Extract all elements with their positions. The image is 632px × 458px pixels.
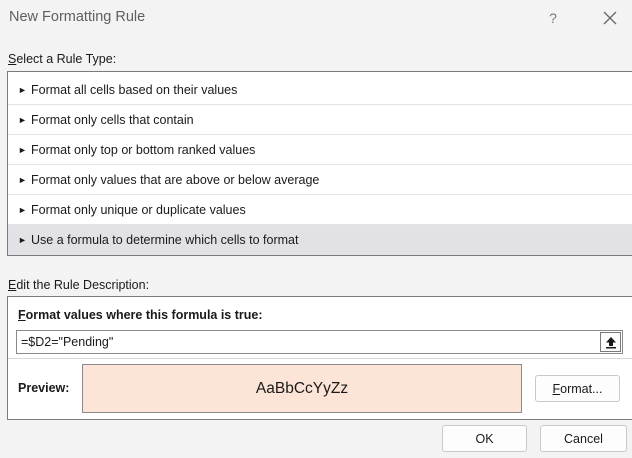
divider xyxy=(8,358,632,359)
help-button[interactable]: ? xyxy=(540,6,566,30)
formula-field xyxy=(16,330,623,354)
rule-type-item-label: Use a formula to determine which cells t… xyxy=(31,233,299,247)
new-formatting-rule-dialog: New Formatting Rule ? Select a Rule Type… xyxy=(0,0,632,458)
close-button[interactable] xyxy=(597,6,623,30)
upload-arrow-icon xyxy=(605,336,616,348)
rule-type-item-label: Format only unique or duplicate values xyxy=(31,202,246,217)
rule-description-label: Edit the Rule Description: xyxy=(8,278,150,292)
rule-type-item-label: Format only top or bottom ranked values xyxy=(31,142,256,157)
rule-type-item-label: Format only values that are above or bel… xyxy=(31,172,320,187)
rule-type-item-use-formula[interactable]: ► Use a formula to determine which cells… xyxy=(8,225,632,255)
rule-type-item-top-bottom[interactable]: ► Format only top or bottom ranked value… xyxy=(8,135,632,165)
rule-type-item-above-below-average[interactable]: ► Format only values that are above or b… xyxy=(8,165,632,195)
arrow-right-icon: ► xyxy=(18,114,27,125)
rule-type-label: Select a Rule Type: xyxy=(8,52,117,66)
format-button[interactable]: Format... xyxy=(535,375,620,402)
arrow-right-icon: ► xyxy=(18,144,27,155)
arrow-right-icon: ► xyxy=(18,235,27,245)
ok-button[interactable]: OK xyxy=(442,425,527,452)
arrow-right-icon: ► xyxy=(18,204,27,215)
rule-type-item-label: Format only cells that contain xyxy=(31,112,194,127)
preview-box: AaBbCcYyZz xyxy=(82,364,522,413)
help-icon: ? xyxy=(549,10,557,26)
preview-label: Preview: xyxy=(18,381,70,395)
title-bar: New Formatting Rule ? xyxy=(0,0,632,36)
arrow-right-icon: ► xyxy=(18,174,27,185)
arrow-right-icon: ► xyxy=(18,84,27,95)
window-title: New Formatting Rule xyxy=(9,9,146,25)
close-icon xyxy=(603,11,617,25)
cancel-button[interactable]: Cancel xyxy=(540,425,627,452)
rule-description-panel: Format values where this formula is true… xyxy=(7,296,632,420)
rule-type-item-cells-contain[interactable]: ► Format only cells that contain xyxy=(8,105,632,135)
rule-type-item-label: Format all cells based on their values xyxy=(31,82,238,97)
formula-input[interactable] xyxy=(17,331,599,353)
rule-type-list[interactable]: ► Format all cells based on their values… xyxy=(7,71,632,256)
rule-type-item-unique-duplicate[interactable]: ► Format only unique or duplicate values xyxy=(8,195,632,225)
rule-type-item-all-cells[interactable]: ► Format all cells based on their values xyxy=(8,75,632,105)
preview-text: AaBbCcYyZz xyxy=(255,379,349,397)
collapse-dialog-button[interactable] xyxy=(600,332,621,352)
formula-label: Format values where this formula is true… xyxy=(18,308,263,322)
